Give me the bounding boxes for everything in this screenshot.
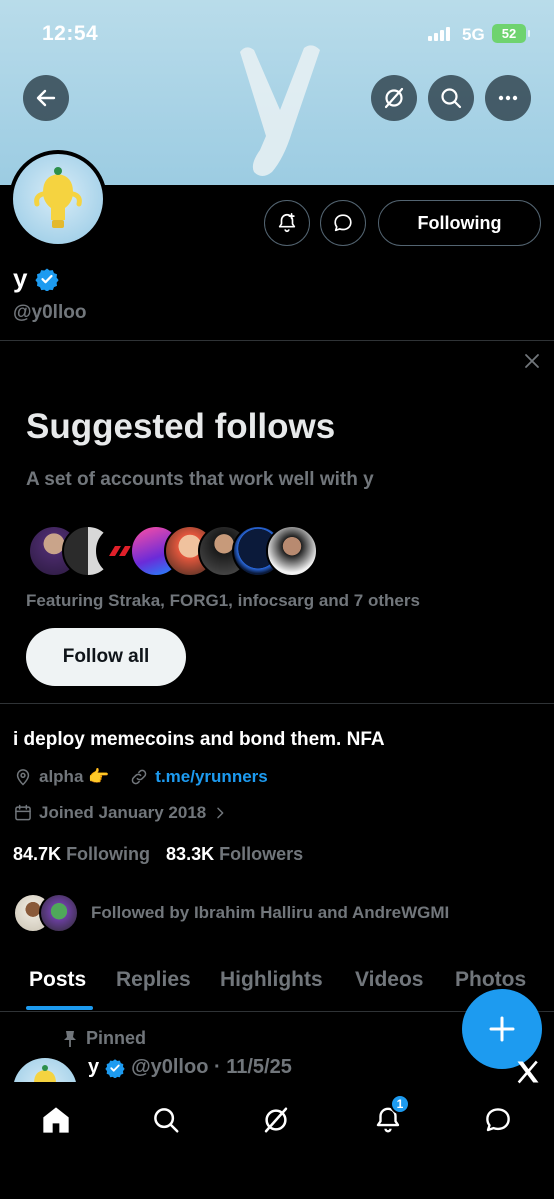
profile-avatar[interactable] <box>9 150 107 248</box>
more-icon <box>498 95 518 101</box>
following-button[interactable]: Following <box>378 200 541 246</box>
back-button[interactable] <box>23 75 69 121</box>
status-time: 12:54 <box>42 22 99 45</box>
location-text: alpha 👉 <box>39 767 110 786</box>
network-label: 5G <box>462 25 485 44</box>
battery-level: 52 <box>501 26 517 41</box>
nav-notifications[interactable]: 1 <box>368 1094 410 1140</box>
link-icon <box>132 769 147 785</box>
joined-text: Joined January 2018 <box>39 803 207 822</box>
search-icon <box>154 1108 179 1133</box>
followers-count: 83.3K <box>166 844 215 864</box>
pinned-text: Pinned <box>86 1028 147 1048</box>
notifications-badge: 1 <box>390 1094 410 1114</box>
more-button[interactable] <box>485 75 531 121</box>
followed-by-row[interactable]: Followed by Ibrahim Halliru and AndreWGM… <box>13 893 449 933</box>
search-icon <box>441 88 462 109</box>
display-name-text: y <box>13 263 28 293</box>
bottom-nav: 1 <box>0 1082 554 1199</box>
pin-icon <box>64 1030 76 1047</box>
plus-icon <box>489 1016 515 1042</box>
post-header: y @y0lloo · 11/5/25 <box>88 1056 292 1079</box>
chevron-right-icon <box>217 807 224 819</box>
profile-bio: i deploy memecoins and bond them. NFA <box>13 729 385 750</box>
bell-plus-icon <box>278 213 296 233</box>
suggested-featuring: Featuring Straka, FORG1, infocsarg and 7… <box>26 591 420 610</box>
active-tab-indicator <box>26 1006 93 1010</box>
message-button[interactable] <box>320 200 366 246</box>
message-icon <box>486 1108 510 1132</box>
followers-label: Followers <box>219 844 304 864</box>
x-logo-icon <box>517 1060 539 1084</box>
verified-badge-icon <box>105 1058 125 1078</box>
tab-videos[interactable]: Videos <box>355 968 423 992</box>
battery-icon: 52 <box>492 24 530 43</box>
grok-button[interactable] <box>371 75 417 121</box>
following-count: 84.7K <box>13 844 62 864</box>
website-link[interactable]: t.me/yrunners <box>155 767 267 787</box>
display-name: y <box>13 263 60 294</box>
profile-handle: @y0lloo <box>13 302 87 323</box>
followed-by-avatar <box>39 893 79 933</box>
compose-button[interactable] <box>462 989 542 1069</box>
suggested-follows-card: Suggested follows A set of accounts that… <box>0 340 554 704</box>
location-row: alpha 👉 t.me/yrunners <box>13 767 268 787</box>
status-bar: 12:54 5G 52 <box>0 0 554 60</box>
suggested-avatar <box>266 525 318 577</box>
post-handle-date: @y0lloo · 11/5/25 <box>131 1056 292 1078</box>
pinned-label: Pinned <box>62 1028 146 1049</box>
suggested-avatars[interactable] <box>28 525 318 577</box>
arrow-left-icon <box>36 89 56 107</box>
suggested-title: Suggested follows <box>26 407 336 446</box>
avatar-image <box>34 167 82 228</box>
home-icon <box>43 1107 69 1133</box>
follow-stats: 84.7K Following 83.3K Followers <box>13 844 303 865</box>
notify-button[interactable] <box>264 200 310 246</box>
tab-replies[interactable]: Replies <box>116 968 191 992</box>
followed-by-text: Followed by Ibrahim Halliru and AndreWGM… <box>91 903 450 922</box>
follow-all-button[interactable]: Follow all <box>26 628 186 686</box>
tab-highlights[interactable]: Highlights <box>220 968 323 992</box>
following-stat[interactable]: 84.7K Following <box>13 844 150 865</box>
grok-icon <box>384 87 404 109</box>
message-icon <box>334 214 352 232</box>
verified-badge-icon[interactable] <box>35 267 60 291</box>
tab-photos[interactable]: Photos <box>455 968 526 992</box>
nav-search[interactable] <box>146 1100 186 1140</box>
nav-grok[interactable] <box>256 1100 296 1140</box>
calendar-icon <box>15 804 31 821</box>
search-button[interactable] <box>428 75 474 121</box>
suggested-subtitle: A set of accounts that work well with y <box>26 469 374 490</box>
tab-posts[interactable]: Posts <box>29 968 86 992</box>
grok-icon <box>264 1107 288 1133</box>
joined-row[interactable]: Joined January 2018 <box>13 803 228 823</box>
signal-icon <box>428 27 450 41</box>
location-pin-icon <box>16 769 30 786</box>
nav-home[interactable] <box>36 1100 76 1140</box>
banner-y-glyph <box>240 45 320 176</box>
nav-messages[interactable] <box>478 1100 518 1140</box>
following-label: Following <box>66 844 151 864</box>
followers-stat[interactable]: 83.3K Followers <box>166 844 303 865</box>
post-author-name[interactable]: y <box>88 1056 99 1079</box>
close-icon[interactable] <box>522 351 542 371</box>
